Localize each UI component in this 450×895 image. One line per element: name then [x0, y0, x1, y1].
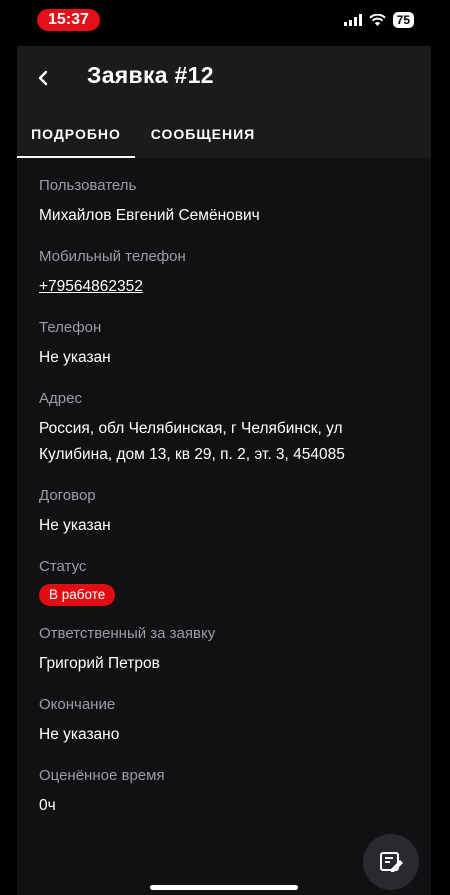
field-label: Договор	[39, 487, 96, 504]
field-mobile-phone: Мобильный телефон +79564862352	[39, 247, 419, 300]
mobile-phone-link[interactable]: +79564862352	[39, 274, 419, 300]
field-value: Михайлов Евгений Семёнович	[39, 207, 260, 224]
field-value: 0ч	[39, 797, 56, 814]
app-bar: Заявка #12	[17, 46, 431, 110]
field-label: Телефон	[39, 319, 102, 336]
field-contract: Договор Не указан	[39, 486, 419, 539]
field-label: Статус	[39, 558, 87, 575]
tab-messages[interactable]: СООБЩЕНИЯ	[135, 110, 271, 158]
details-list: Пользователь Михайлов Евгений Семёнович …	[39, 158, 419, 819]
tab-details[interactable]: ПОДРОБНО	[17, 110, 135, 158]
edit-fab-button[interactable]	[363, 834, 419, 890]
status-time: 15:37	[37, 9, 100, 31]
field-value: Россия, обл Челябинская, г Челябинск, ул…	[39, 420, 345, 463]
field-value: Не указан	[39, 517, 111, 534]
field-estimated-time: Оценённое время 0ч	[39, 766, 419, 819]
field-value: Не указан	[39, 349, 111, 366]
request-screen: Заявка #12 ПОДРОБНО СООБЩЕНИЯ Пользовате…	[17, 46, 431, 895]
field-label: Оценённое время	[39, 767, 165, 784]
field-user: Пользователь Михайлов Евгений Семёнович	[39, 176, 419, 229]
chevron-left-icon	[38, 70, 48, 86]
field-label: Пользователь	[39, 177, 137, 194]
signal-icon	[343, 14, 362, 26]
back-button[interactable]	[31, 64, 55, 92]
status-badge: В работе	[39, 584, 116, 606]
field-status: Статус В работе	[39, 557, 419, 606]
field-label: Окончание	[39, 696, 116, 713]
field-label: Мобильный телефон	[39, 248, 186, 265]
field-phone: Телефон Не указан	[39, 318, 419, 371]
status-bar: 15:37 75	[0, 0, 450, 44]
page-title: Заявка #12	[87, 62, 214, 88]
field-end-date: Окончание Не указано	[39, 695, 419, 748]
field-value: Не указано	[39, 726, 120, 743]
edit-note-icon	[380, 852, 403, 872]
tab-bar: ПОДРОБНО СООБЩЕНИЯ	[17, 110, 431, 158]
battery-icon: 75	[392, 12, 414, 28]
field-label: Ответственный за заявку	[39, 625, 216, 642]
wifi-icon	[368, 14, 386, 26]
status-icons: 75	[343, 12, 414, 28]
field-label: Адрес	[39, 390, 82, 407]
home-indicator	[150, 885, 298, 890]
field-responsible: Ответственный за заявку Григорий Петров	[39, 624, 419, 677]
field-address: Адрес Россия, обл Челябинская, г Челябин…	[39, 389, 419, 468]
field-value: Григорий Петров	[39, 655, 160, 672]
